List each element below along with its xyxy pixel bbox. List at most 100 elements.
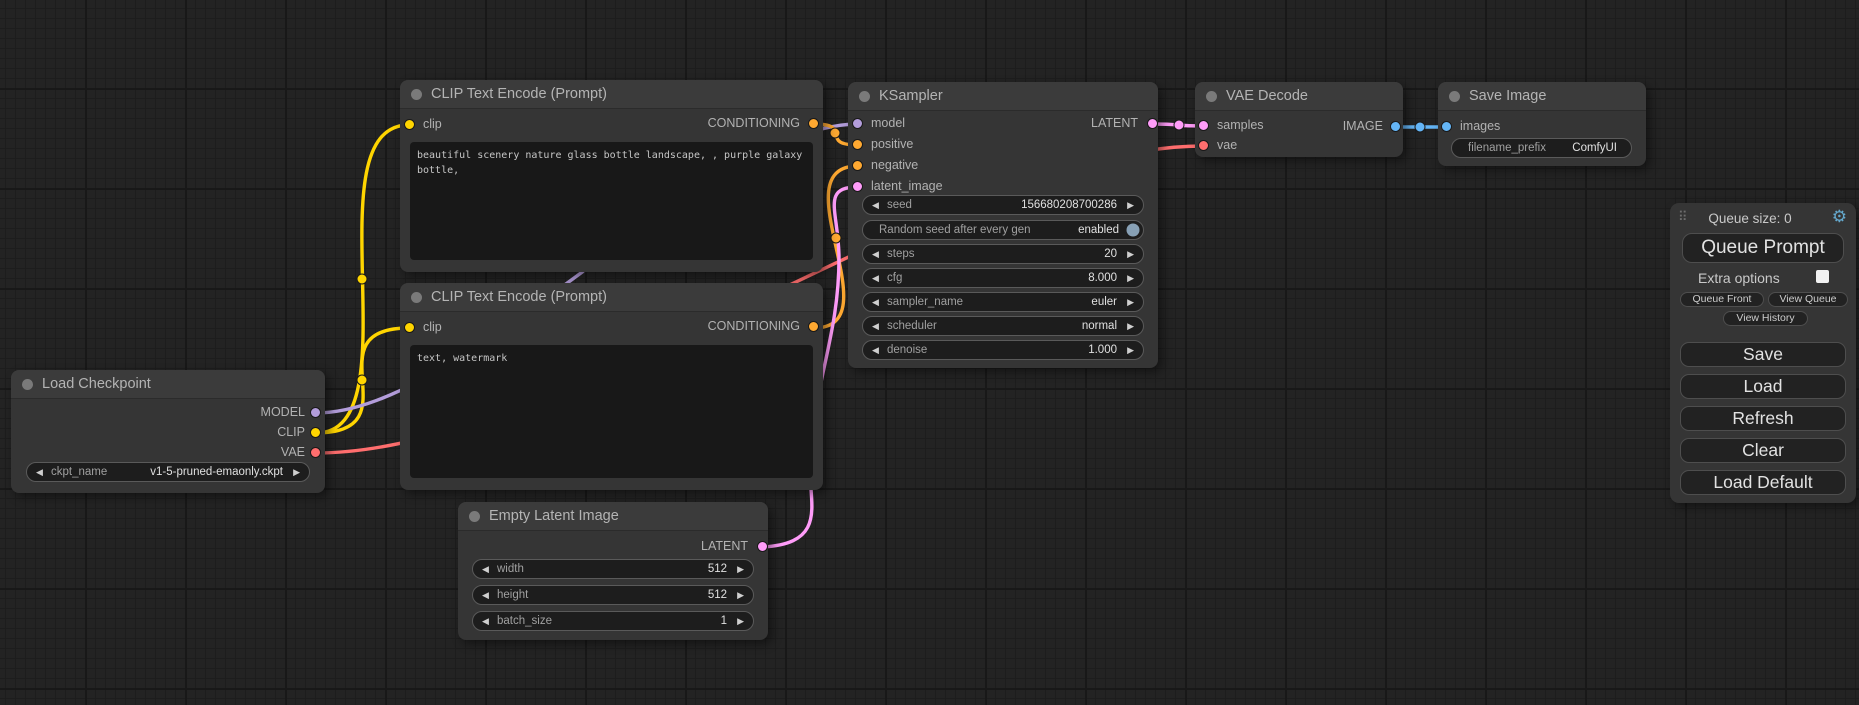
positive-input-dot[interactable] — [851, 138, 864, 151]
node-save-image[interactable]: Save Image images filename_prefix ComfyU… — [1438, 82, 1646, 166]
node-title-bar[interactable]: Load Checkpoint — [11, 370, 325, 399]
increment-arrow-icon[interactable]: ▶ — [737, 586, 744, 604]
input-slot-negative: negative — [851, 159, 981, 173]
load-button[interactable]: Load — [1680, 374, 1846, 399]
node-empty-latent-image[interactable]: Empty Latent Image LATENT ◀ width 512 ▶ … — [458, 502, 768, 640]
link-dot[interactable] — [357, 375, 367, 385]
link-dot[interactable] — [1174, 120, 1184, 130]
height-stepper[interactable]: ◀ height 512 ▶ — [472, 585, 754, 605]
refresh-button[interactable]: Refresh — [1680, 406, 1846, 431]
collapse-dot-icon[interactable] — [411, 89, 422, 100]
denoise-stepper[interactable]: ◀ denoise 1.000 ▶ — [862, 340, 1144, 360]
model-input-dot[interactable] — [851, 117, 864, 130]
save-button[interactable]: Save — [1680, 342, 1846, 367]
next-value-arrow-icon[interactable]: ▶ — [1127, 317, 1134, 335]
conditioning-output-dot[interactable] — [807, 320, 820, 333]
vae-input-dot[interactable] — [1197, 139, 1210, 152]
toggle-knob-icon[interactable] — [1126, 223, 1140, 237]
prompt-textarea[interactable]: beautiful scenery nature glass bottle la… — [410, 142, 813, 260]
node-title-bar[interactable]: CLIP Text Encode (Prompt) — [400, 80, 823, 109]
image-output-dot[interactable] — [1389, 120, 1402, 133]
filename-prefix-field[interactable]: filename_prefix ComfyUI — [1451, 138, 1632, 158]
latent-output-dot[interactable] — [1146, 117, 1159, 130]
negative-input-dot[interactable] — [851, 159, 864, 172]
view-history-button[interactable]: View History — [1723, 311, 1808, 326]
increment-arrow-icon[interactable]: ▶ — [1127, 245, 1134, 263]
node-title: VAE Decode — [1226, 88, 1308, 104]
node-vae-decode[interactable]: VAE Decode samples vae IMAGE — [1195, 82, 1403, 157]
next-value-arrow-icon[interactable]: ▶ — [293, 463, 300, 481]
scheduler-combo[interactable]: ◀ scheduler normal ▶ — [862, 316, 1144, 336]
increment-arrow-icon[interactable]: ▶ — [737, 560, 744, 578]
next-value-arrow-icon[interactable]: ▶ — [1127, 293, 1134, 311]
increment-arrow-icon[interactable]: ▶ — [737, 612, 744, 630]
node-title-bar[interactable]: Save Image — [1438, 82, 1646, 111]
batch-size-stepper[interactable]: ◀ batch_size 1 ▶ — [472, 611, 754, 631]
settings-gear-icon[interactable]: ⚙ — [1832, 208, 1847, 225]
increment-arrow-icon[interactable]: ▶ — [1127, 196, 1134, 214]
link-dot[interactable] — [357, 274, 367, 284]
collapse-dot-icon[interactable] — [22, 379, 33, 390]
collapse-dot-icon[interactable] — [1206, 91, 1217, 102]
node-title-bar[interactable]: CLIP Text Encode (Prompt) — [400, 283, 823, 312]
collapse-dot-icon[interactable] — [469, 511, 480, 522]
decrement-arrow-icon[interactable]: ◀ — [872, 269, 879, 287]
sampler-name-combo[interactable]: ◀ sampler_name euler ▶ — [862, 292, 1144, 312]
latent-output-dot[interactable] — [756, 540, 769, 553]
increment-arrow-icon[interactable]: ▶ — [1127, 269, 1134, 287]
prev-value-arrow-icon[interactable]: ◀ — [872, 317, 879, 335]
collapse-dot-icon[interactable] — [1449, 91, 1460, 102]
prev-value-arrow-icon[interactable]: ◀ — [36, 463, 43, 481]
input-slot-latent-image: latent_image — [851, 180, 981, 194]
input-slot-images: images — [1440, 120, 1550, 134]
queue-prompt-button[interactable]: Queue Prompt — [1682, 233, 1844, 263]
decrement-arrow-icon[interactable]: ◀ — [482, 612, 489, 630]
collapse-dot-icon[interactable] — [411, 292, 422, 303]
node-title-bar[interactable]: KSampler — [848, 82, 1158, 111]
node-clip-text-encode-positive[interactable]: CLIP Text Encode (Prompt) clip CONDITION… — [400, 80, 823, 272]
random-seed-toggle[interactable]: Random seed after every gen enabled — [862, 220, 1144, 240]
clip-input-dot[interactable] — [403, 118, 416, 131]
load-default-button[interactable]: Load Default — [1680, 470, 1846, 495]
link-dot[interactable] — [831, 233, 841, 243]
increment-arrow-icon[interactable]: ▶ — [1127, 341, 1134, 359]
output-slot-image: IMAGE — [1313, 120, 1403, 134]
link-dot[interactable] — [1415, 122, 1425, 132]
extra-options-checkbox[interactable] — [1816, 270, 1829, 283]
seed-stepper[interactable]: ◀ seed 156680208700286 ▶ — [862, 195, 1144, 215]
steps-stepper[interactable]: ◀ steps 20 ▶ — [862, 244, 1144, 264]
decrement-arrow-icon[interactable]: ◀ — [482, 560, 489, 578]
input-slot-positive: positive — [851, 138, 981, 152]
cfg-stepper[interactable]: ◀ cfg 8.000 ▶ — [862, 268, 1144, 288]
samples-input-dot[interactable] — [1197, 119, 1210, 132]
clear-button[interactable]: Clear — [1680, 438, 1846, 463]
decrement-arrow-icon[interactable]: ◀ — [872, 196, 879, 214]
clip-input-dot[interactable] — [403, 321, 416, 334]
latent-image-input-dot[interactable] — [851, 180, 864, 193]
ckpt-name-combo[interactable]: ◀ ckpt_name v1-5-pruned-emaonly.ckpt ▶ — [26, 462, 310, 482]
width-stepper[interactable]: ◀ width 512 ▶ — [472, 559, 754, 579]
node-load-checkpoint[interactable]: Load Checkpoint MODEL CLIP VAE ◀ ckpt_na… — [11, 370, 325, 493]
queue-front-button[interactable]: Queue Front — [1680, 292, 1764, 307]
link-dot[interactable] — [830, 128, 840, 138]
collapse-dot-icon[interactable] — [859, 91, 870, 102]
decrement-arrow-icon[interactable]: ◀ — [872, 245, 879, 263]
model-output-dot[interactable] — [309, 406, 322, 419]
node-title: KSampler — [879, 88, 943, 104]
node-graph-canvas[interactable]: Load Checkpoint MODEL CLIP VAE ◀ ckpt_na… — [0, 0, 1859, 705]
node-ksampler[interactable]: KSampler model positive negative latent_… — [848, 82, 1158, 368]
node-title: Save Image — [1469, 88, 1546, 104]
conditioning-output-dot[interactable] — [807, 117, 820, 130]
view-queue-button[interactable]: View Queue — [1768, 292, 1848, 307]
clip-output-dot[interactable] — [309, 426, 322, 439]
decrement-arrow-icon[interactable]: ◀ — [482, 586, 489, 604]
prompt-textarea[interactable]: text, watermark — [410, 345, 813, 478]
node-title-bar[interactable]: VAE Decode — [1195, 82, 1403, 111]
input-slot-model: model — [851, 117, 981, 131]
node-title-bar[interactable]: Empty Latent Image — [458, 502, 768, 531]
vae-output-dot[interactable] — [309, 446, 322, 459]
prev-value-arrow-icon[interactable]: ◀ — [872, 293, 879, 311]
decrement-arrow-icon[interactable]: ◀ — [872, 341, 879, 359]
node-clip-text-encode-negative[interactable]: CLIP Text Encode (Prompt) clip CONDITION… — [400, 283, 823, 490]
images-input-dot[interactable] — [1440, 120, 1453, 133]
